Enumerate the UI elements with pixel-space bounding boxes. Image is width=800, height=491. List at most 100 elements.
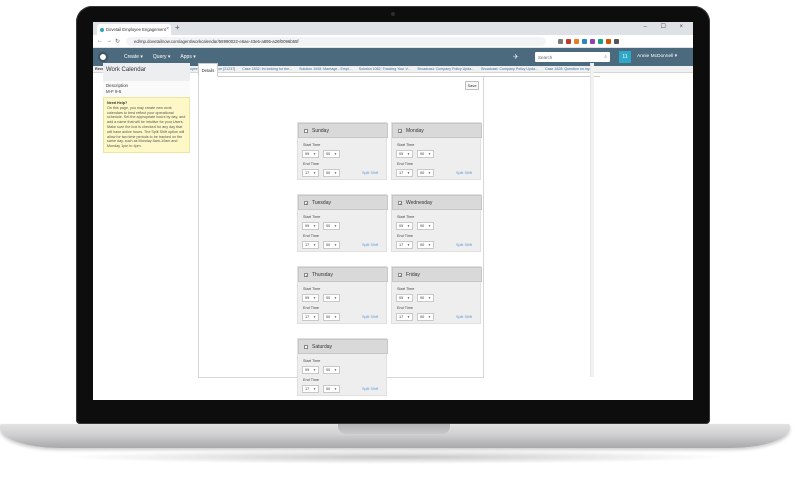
split-shift-link[interactable]: Split Shift bbox=[362, 387, 378, 391]
chevron-down-icon: ▼ bbox=[334, 152, 337, 156]
end-minute-select[interactable]: 00 ▼ bbox=[323, 241, 340, 249]
end-hour-select[interactable]: 17 ▼ bbox=[302, 313, 319, 321]
end-minute-select[interactable]: 00 ▼ bbox=[323, 313, 340, 321]
end-hour-select[interactable]: 17 ▼ bbox=[302, 169, 319, 177]
chevron-down-icon: ▼ bbox=[428, 171, 431, 175]
extension-icon[interactable] bbox=[566, 38, 571, 44]
chevron-down-icon: ▼ bbox=[313, 171, 316, 175]
tab-details[interactable]: Details bbox=[198, 63, 218, 77]
split-shift-link[interactable]: Split Shift bbox=[456, 315, 472, 319]
forward-icon[interactable]: → bbox=[106, 38, 115, 44]
split-shift-link[interactable]: Split Shift bbox=[456, 171, 472, 175]
extension-icon[interactable] bbox=[590, 38, 595, 44]
laptop-shadow bbox=[60, 450, 732, 464]
chevron-down-icon: ▼ bbox=[428, 296, 431, 300]
start-hour-select[interactable]: 09 ▼ bbox=[302, 366, 319, 374]
back-icon[interactable]: ← bbox=[97, 38, 106, 44]
day-label: Friday bbox=[406, 271, 420, 278]
search-input[interactable]: Search ⌕ bbox=[535, 52, 610, 62]
close-icon[interactable]: × bbox=[166, 26, 169, 32]
chevron-down-icon: ▼ bbox=[428, 315, 431, 319]
profile-icon[interactable] bbox=[614, 38, 619, 44]
start-minute-select[interactable]: 00 ▼ bbox=[323, 294, 340, 302]
chevron-down-icon: ▼ bbox=[334, 368, 337, 372]
extension-icon[interactable] bbox=[582, 38, 587, 44]
menu-create[interactable]: Create ▾ bbox=[124, 54, 143, 60]
end-minute-select[interactable]: 00 ▼ bbox=[323, 169, 340, 177]
day-checkbox[interactable]: ✓ bbox=[398, 272, 402, 277]
start-hour-select[interactable]: 09 ▼ bbox=[302, 150, 319, 158]
menu-query[interactable]: Query ▾ bbox=[153, 54, 171, 60]
day-checkbox[interactable] bbox=[304, 128, 308, 133]
day-label: Thursday bbox=[312, 271, 333, 278]
day-header: ✓ Friday bbox=[392, 267, 482, 282]
start-hour-select[interactable]: 09 ▼ bbox=[302, 294, 319, 302]
extension-icon[interactable] bbox=[598, 38, 603, 44]
chevron-down-icon: ▼ bbox=[313, 296, 316, 300]
start-time-label: Start Time bbox=[303, 359, 321, 363]
end-minute-select[interactable]: 00 ▼ bbox=[323, 385, 340, 393]
end-time-label: End Time bbox=[397, 234, 414, 238]
reload-icon[interactable]: ↻ bbox=[115, 38, 124, 45]
extension-icon[interactable] bbox=[606, 38, 611, 44]
day-card-wednesday: ✓ Wednesday Start Time 09 ▼ 00 ▼ End Time 17 ▼ 00 ▼… bbox=[391, 194, 482, 252]
chevron-down-icon: ▼ bbox=[334, 296, 337, 300]
end-hour-select[interactable]: 17 ▼ bbox=[396, 241, 413, 249]
start-hour-select[interactable]: 09 ▼ bbox=[396, 150, 413, 158]
start-hour-select[interactable]: 09 ▼ bbox=[302, 222, 319, 230]
extension-icons bbox=[558, 38, 619, 44]
split-shift-link[interactable]: Split Shift bbox=[362, 171, 378, 175]
end-hour-select[interactable]: 17 ▼ bbox=[302, 241, 319, 249]
start-minute-select[interactable]: 00 ▼ bbox=[323, 366, 340, 374]
start-time-label: Start Time bbox=[303, 143, 321, 147]
day-checkbox[interactable]: ✓ bbox=[398, 200, 402, 205]
map-icon[interactable]: ✈ bbox=[513, 53, 519, 61]
end-minute-select[interactable]: 00 ▼ bbox=[417, 241, 434, 249]
search-icon[interactable]: ⌕ bbox=[604, 54, 607, 60]
main-menu: Create ▾ Query ▾ Apps ▾ bbox=[124, 54, 196, 60]
new-tab-icon[interactable]: + bbox=[175, 23, 180, 32]
chevron-down-icon: ▼ bbox=[407, 171, 410, 175]
end-time-label: End Time bbox=[303, 162, 320, 166]
start-minute-select[interactable]: 00 ▼ bbox=[417, 222, 434, 230]
day-checkbox[interactable]: ✓ bbox=[304, 200, 308, 205]
scrollbar[interactable] bbox=[590, 63, 594, 377]
day-label: Tuesday bbox=[312, 199, 331, 206]
day-checkbox[interactable]: ✓ bbox=[398, 128, 402, 133]
end-minute-select[interactable]: 00 ▼ bbox=[417, 313, 434, 321]
split-shift-link[interactable]: Split Shift bbox=[362, 315, 378, 319]
menu-apps[interactable]: Apps ▾ bbox=[180, 54, 195, 60]
start-minute-select[interactable]: 00 ▼ bbox=[417, 150, 434, 158]
notification-badge[interactable]: 11 bbox=[619, 51, 631, 63]
start-time-label: Start Time bbox=[303, 287, 321, 291]
day-label: Saturday bbox=[312, 343, 333, 350]
start-hour-select[interactable]: 09 ▼ bbox=[396, 222, 413, 230]
day-checkbox[interactable]: ✓ bbox=[304, 272, 308, 277]
window-controls[interactable]: – ☐ × bbox=[643, 23, 689, 30]
app-logo[interactable] bbox=[98, 52, 108, 62]
save-button[interactable]: Save bbox=[465, 81, 479, 90]
address-bar[interactable]: ed/mp.dovetailnow.com/agent/workcalendar… bbox=[126, 36, 546, 46]
start-hour-select[interactable]: 09 ▼ bbox=[396, 294, 413, 302]
split-shift-link[interactable]: Split Shift bbox=[362, 243, 378, 247]
browser-tab[interactable]: Dovetail Employee Engagement × bbox=[97, 24, 171, 35]
start-minute-select[interactable]: 00 ▼ bbox=[323, 150, 340, 158]
chevron-down-icon: ▼ bbox=[313, 243, 316, 247]
user-menu[interactable]: Annie McDonnell ▾ bbox=[637, 54, 677, 59]
laptop-mockup: Dovetail Employee Engagement × + – ☐ × ←… bbox=[0, 0, 800, 491]
start-minute-select[interactable]: 00 ▼ bbox=[323, 222, 340, 230]
end-time-label: End Time bbox=[397, 306, 414, 310]
star-icon[interactable] bbox=[558, 38, 563, 44]
split-shift-link[interactable]: Split Shift bbox=[456, 243, 472, 247]
day-card-saturday: Saturday Start Time 09 ▼ 00 ▼ End Time 17 ▼ 00 ▼ Sp… bbox=[297, 338, 388, 396]
day-checkbox[interactable] bbox=[304, 344, 308, 349]
end-hour-select[interactable]: 17 ▼ bbox=[302, 385, 319, 393]
end-minute-select[interactable]: 00 ▼ bbox=[417, 169, 434, 177]
chevron-down-icon: ▼ bbox=[334, 171, 337, 175]
day-label: Wednesday bbox=[406, 199, 433, 206]
start-minute-select[interactable]: 00 ▼ bbox=[417, 294, 434, 302]
end-hour-select[interactable]: 17 ▼ bbox=[396, 313, 413, 321]
end-hour-select[interactable]: 17 ▼ bbox=[396, 169, 413, 177]
extension-icon[interactable] bbox=[574, 38, 579, 44]
chevron-down-icon: ▼ bbox=[334, 243, 337, 247]
